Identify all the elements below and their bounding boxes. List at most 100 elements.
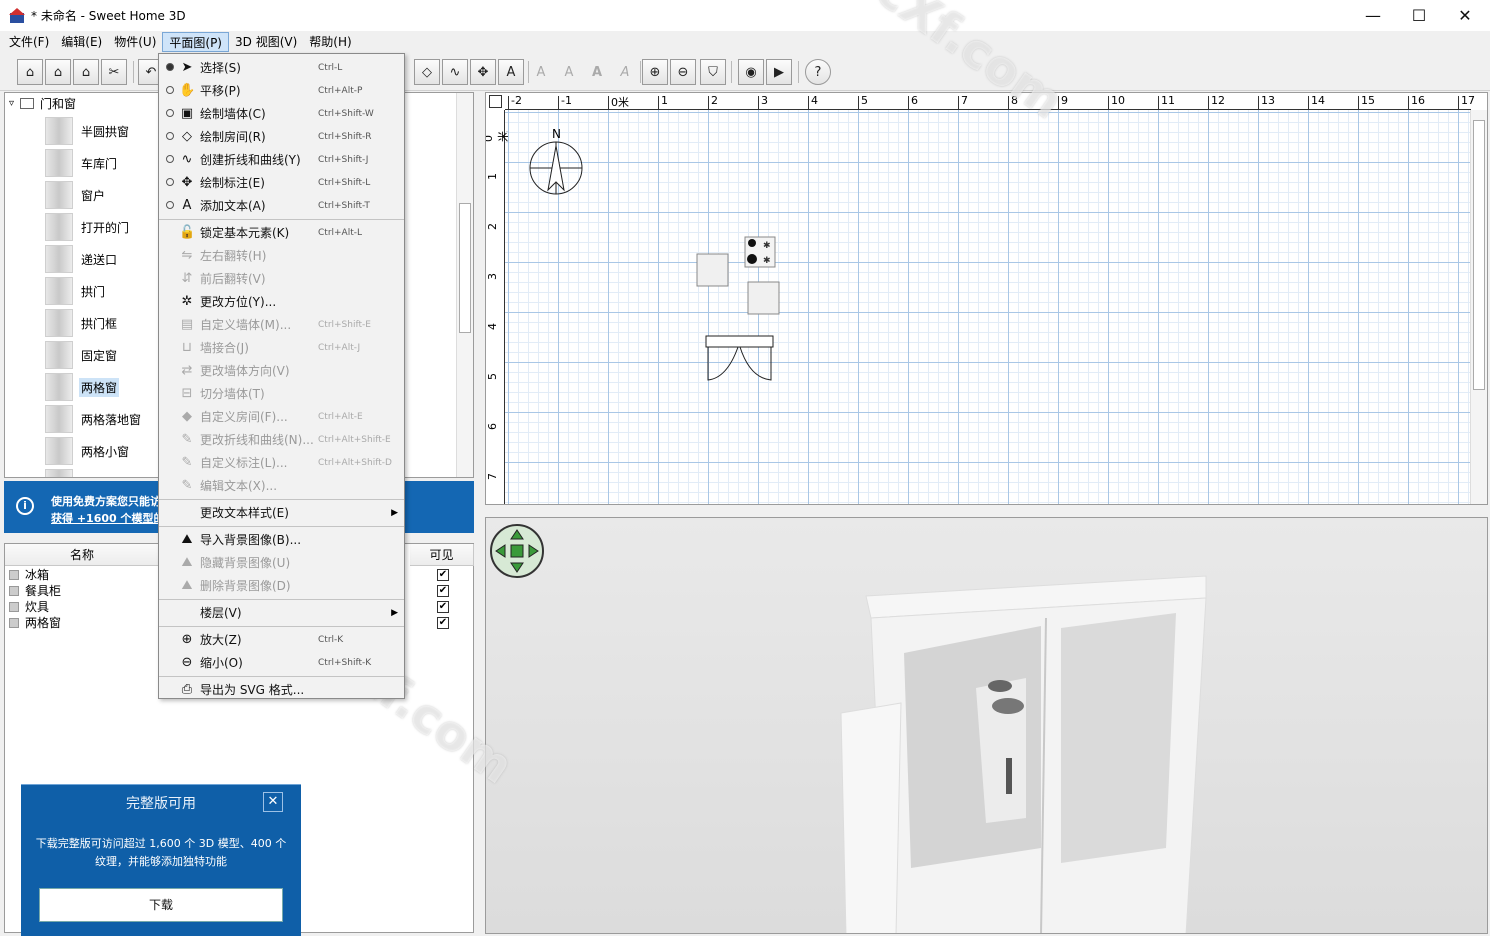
catalog-item[interactable]: 两格窗 (45, 371, 120, 403)
add-text-icon[interactable]: A (498, 59, 524, 85)
menu-option[interactable]: ⎙ 导出为 SVG 格式... (159, 678, 404, 701)
menu-option[interactable]: ⛰ 导入背景图像(B)... (159, 528, 404, 551)
menu-3dview[interactable]: 3D 视图(V) (229, 32, 303, 52)
menu-option[interactable]: ⊟ 切分墙体(T) (159, 382, 404, 405)
menu-option[interactable]: ⊕ 放大(Z) Ctrl-K (159, 628, 404, 651)
lock-base-plan-icon[interactable] (489, 95, 502, 108)
cut-icon[interactable]: ✂ (101, 59, 127, 85)
maximize-button[interactable]: ☐ (1396, 0, 1442, 31)
fridge-shape (696, 253, 729, 287)
info-link[interactable]: 获得 +1600 个模型的 (51, 510, 165, 526)
catalog-item[interactable]: 拱门框 (45, 307, 119, 339)
catalog-item[interactable]: 落地窗 (45, 467, 119, 477)
ruler-tick-label: 1 (661, 94, 668, 107)
new-home-icon[interactable]: ⌂ (17, 59, 43, 85)
hand-icon: ✋ (179, 83, 196, 98)
scroll-thumb[interactable] (1473, 120, 1485, 390)
minimize-button[interactable]: — (1350, 0, 1396, 31)
italic-text-icon[interactable]: A (612, 59, 638, 85)
visible-checkbox[interactable]: ✔ (437, 569, 449, 581)
menu-separator (159, 219, 404, 220)
menu-option[interactable]: ⛰ 删除背景图像(D) (159, 574, 404, 597)
catalog-item[interactable]: 打开的门 (45, 211, 131, 243)
visible-checkbox[interactable]: ✔ (437, 585, 449, 597)
menu-option[interactable]: 楼层(V) ▶ (159, 601, 404, 624)
menu-option[interactable]: ▣ 绘制墙体(C) Ctrl+Shift-W (159, 102, 404, 125)
menu-separator (159, 526, 404, 527)
decrease-text-icon[interactable]: A (556, 59, 582, 85)
catalog-item[interactable]: 拱门 (45, 275, 107, 307)
plan-scrollbar[interactable] (1470, 110, 1487, 504)
catalog-item[interactable]: 固定窗 (45, 339, 119, 371)
shortcut-label: Ctrl+Shift-W (318, 108, 374, 119)
menu-option[interactable]: 🔓 锁定基本元素(K) Ctrl+Alt-L (159, 221, 404, 244)
increase-text-icon[interactable]: A (528, 59, 554, 85)
catalog-item[interactable]: 递送口 (45, 243, 119, 275)
menu-edit[interactable]: 编辑(E) (55, 32, 108, 52)
menu-help[interactable]: 帮助(H) (303, 32, 357, 52)
zoom-in-icon[interactable]: ⊕ (642, 59, 668, 85)
menu-option[interactable]: ∿ 创建折线和曲线(Y) Ctrl+Shift-J (159, 148, 404, 171)
menu-file[interactable]: 文件(F) (3, 32, 55, 52)
column-name[interactable]: 名称 (5, 544, 160, 566)
download-button[interactable]: 下载 (39, 888, 283, 922)
shortcut-label: Ctrl+Shift-K (318, 657, 372, 668)
menu-option[interactable]: ◇ 绘制房间(R) Ctrl+Shift-R (159, 125, 404, 148)
polyline-icon: ∿ (181, 152, 193, 167)
create-polylines-icon[interactable]: ∿ (442, 59, 468, 85)
column-visible[interactable]: 可见 (410, 544, 474, 566)
create-dimensions-icon[interactable]: ✥ (470, 59, 496, 85)
bold-text-icon[interactable]: A (584, 59, 610, 85)
catalog-item[interactable]: 半圆拱窗 (45, 115, 131, 147)
menu-option[interactable]: ✋ 平移(P) Ctrl+Alt-P (159, 79, 404, 102)
menu-option[interactable]: ✥ 绘制标注(E) Ctrl+Shift-L (159, 171, 404, 194)
3d-view[interactable] (485, 517, 1488, 934)
plan-grid[interactable]: N ✱ ✱ (505, 110, 1471, 504)
save-icon[interactable]: ⌂ (73, 59, 99, 85)
ruler-tick-label: 15 (1361, 94, 1375, 107)
furniture-icon (9, 602, 19, 612)
zoom-out-icon[interactable]: ⊖ (670, 59, 696, 85)
create-rooms-icon[interactable]: ◇ (414, 59, 440, 85)
close-window-button[interactable]: ✕ (1442, 0, 1488, 31)
menu-option[interactable]: ✎ 更改折线和曲线(N)... Ctrl+Alt+Shift-E (159, 428, 404, 451)
catalog-scrollbar[interactable] (456, 93, 473, 477)
visible-checkbox[interactable]: ✔ (437, 617, 449, 629)
menu-option[interactable]: ⊖ 缩小(O) Ctrl+Shift-K (159, 651, 404, 674)
catalog-item[interactable]: 两格小窗 (45, 435, 131, 467)
open-icon[interactable]: ⌂ (45, 59, 71, 85)
menu-option[interactable]: ⇋ 左右翻转(H) (159, 244, 404, 267)
menu-option[interactable]: ⛰ 隐藏背景图像(U) (159, 551, 404, 574)
catalog-item[interactable]: 车库门 (45, 147, 119, 179)
video-icon[interactable]: ▶ (766, 59, 792, 85)
cabinet-shape (747, 281, 780, 315)
menu-plan[interactable]: 平面图(P) (162, 32, 229, 52)
menu-option[interactable]: ▤ 自定义墙体(M)... Ctrl+Shift-E (159, 313, 404, 336)
menu-option[interactable]: ✎ 自定义标注(L)... Ctrl+Alt+Shift-D (159, 451, 404, 474)
catalog-item[interactable]: 两格落地窗 (45, 403, 143, 435)
menu-option[interactable]: ✎ 编辑文本(X)... (159, 474, 404, 497)
menu-option[interactable]: ◆ 自定义房间(F)... Ctrl+Alt-E (159, 405, 404, 428)
menu-option[interactable]: ⊔ 墙接合(J) Ctrl+Alt-J (159, 336, 404, 359)
menu-option[interactable]: A 添加文本(A) Ctrl+Shift-T (159, 194, 404, 217)
menu-option[interactable]: ➤ 选择(S) Ctrl-L (159, 56, 404, 79)
plan-view[interactable]: -2-10米1234567891011121314151617 0米123456… (485, 92, 1488, 505)
menu-option-label: 墙接合(J) (200, 341, 249, 355)
scroll-thumb[interactable] (459, 203, 471, 333)
menu-option[interactable]: 更改文本样式(E) ▶ (159, 501, 404, 524)
ruler-tick-label: 2 (486, 223, 499, 230)
menu-separator (159, 626, 404, 627)
menu-furniture[interactable]: 物件(U) (108, 32, 162, 52)
import-furniture-icon[interactable]: ⛉ (700, 59, 726, 85)
promo-close-button[interactable]: ✕ (263, 792, 283, 812)
catalog-item[interactable]: 窗户 (45, 179, 107, 211)
promo-panel: 完整版可用 ✕ 下载完整版可访问超过 1,600 个 3D 模型、400 个纹理… (21, 784, 301, 936)
furniture-name: 两格窗 (25, 616, 62, 630)
menu-option[interactable]: ⇵ 前后翻转(V) (159, 267, 404, 290)
photo-icon[interactable]: ◉ (738, 59, 764, 85)
visible-checkbox[interactable]: ✔ (437, 601, 449, 613)
menu-option[interactable]: ⇄ 更改墙体方向(V) (159, 359, 404, 382)
expand-icon[interactable]: ▿ (9, 98, 14, 109)
help-icon[interactable]: ? (805, 59, 831, 85)
menu-option[interactable]: ✲ 更改方位(Y)... (159, 290, 404, 313)
